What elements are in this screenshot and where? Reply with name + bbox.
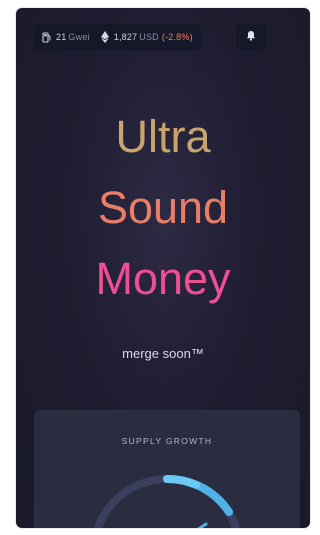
supply-growth-card: SUPPLY GROWTH bbox=[34, 410, 300, 528]
notifications-button[interactable] bbox=[236, 24, 266, 50]
gas-pump-icon bbox=[42, 31, 52, 43]
hero-subtitle: merge soon™ bbox=[122, 346, 204, 361]
bell-icon bbox=[246, 28, 256, 46]
price-gas-bar: 21 Gwei 1,827 USD (-2.8%) bbox=[34, 24, 201, 50]
ethereum-icon bbox=[100, 31, 110, 43]
supply-growth-label: SUPPLY GROWTH bbox=[121, 436, 213, 446]
eth-price-currency: USD bbox=[139, 32, 159, 42]
hero-title-money: Money bbox=[95, 253, 231, 304]
hero-title-ultra: Ultra bbox=[115, 111, 211, 162]
eth-price-change: (-2.8%) bbox=[161, 32, 193, 42]
eth-price-value: 1,827 bbox=[113, 32, 138, 42]
gas-unit: Gwei bbox=[68, 32, 90, 42]
gas-price-widget[interactable]: 21 Gwei 1,827 USD (-2.8%) bbox=[34, 24, 201, 50]
gas-value: 21 bbox=[56, 32, 67, 42]
app-frame: 21 Gwei 1,827 USD (-2.8%) Ultra Sound Mo… bbox=[16, 8, 310, 528]
hero-title-sound: Sound bbox=[97, 182, 229, 233]
supply-growth-gauge bbox=[93, 474, 241, 528]
